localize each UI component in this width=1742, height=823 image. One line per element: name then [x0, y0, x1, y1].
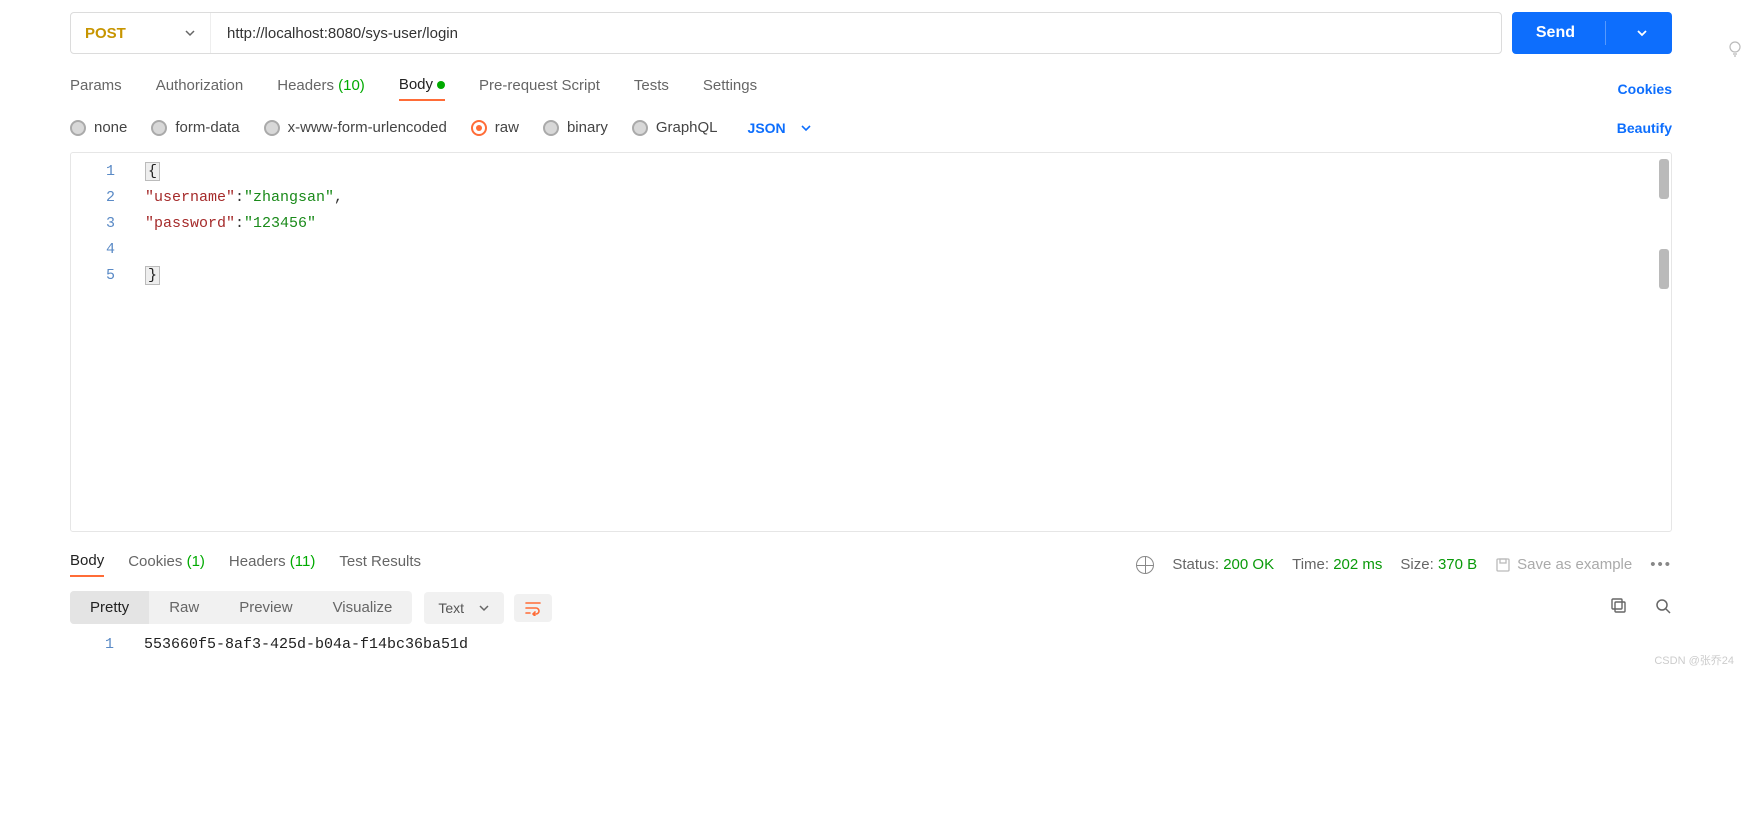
- tab-params[interactable]: Params: [70, 77, 122, 100]
- response-tab-headers[interactable]: Headers (11): [229, 553, 315, 576]
- send-button[interactable]: Send: [1512, 12, 1672, 54]
- body-type-form-data[interactable]: form-data: [151, 119, 239, 136]
- code-area[interactable]: { "username":"zhangsan", "password":"123…: [145, 159, 343, 289]
- copy-response-button[interactable]: [1610, 597, 1628, 618]
- body-type-urlencoded[interactable]: x-www-form-urlencoded: [264, 119, 447, 136]
- body-type-none[interactable]: none: [70, 119, 127, 136]
- body-type-binary[interactable]: binary: [543, 119, 608, 136]
- cookies-link[interactable]: Cookies: [1618, 81, 1672, 97]
- response-view-row: Pretty Raw Preview Visualize Text: [70, 591, 1672, 624]
- wrap-icon: [524, 600, 542, 616]
- response-bar: Body Cookies (1) Headers (11) Test Resul…: [70, 552, 1672, 577]
- scrollbar-top[interactable]: [1659, 159, 1669, 199]
- tab-body[interactable]: Body: [399, 76, 445, 101]
- globe-icon[interactable]: [1136, 556, 1154, 574]
- response-format-select[interactable]: Text: [424, 592, 504, 624]
- copy-icon: [1610, 597, 1628, 615]
- method-label: POST: [85, 25, 126, 42]
- chevron-down-icon[interactable]: [1636, 27, 1648, 39]
- url-input[interactable]: [211, 13, 1501, 53]
- method-select[interactable]: POST: [71, 13, 211, 53]
- body-type-raw[interactable]: raw: [471, 119, 519, 136]
- search-response-button[interactable]: [1654, 597, 1672, 618]
- request-body-editor[interactable]: 12345 { "username":"zhangsan", "password…: [70, 152, 1672, 532]
- response-tab-test-results[interactable]: Test Results: [339, 553, 421, 576]
- view-pretty[interactable]: Pretty: [70, 591, 149, 624]
- tab-headers[interactable]: Headers (10): [277, 77, 365, 100]
- body-type-row: none form-data x-www-form-urlencoded raw…: [70, 119, 1672, 136]
- watermark: CSDN @张乔24: [1654, 652, 1734, 668]
- chevron-down-icon: [478, 602, 490, 614]
- tab-settings[interactable]: Settings: [703, 77, 757, 100]
- save-as-example-button[interactable]: Save as example: [1495, 556, 1632, 573]
- lightbulb-icon[interactable]: [1726, 40, 1742, 61]
- status-metric[interactable]: Status: 200 OK: [1172, 556, 1274, 573]
- view-visualize[interactable]: Visualize: [313, 591, 413, 624]
- save-icon: [1495, 557, 1511, 573]
- size-metric[interactable]: Size: 370 B: [1400, 556, 1477, 573]
- chevron-down-icon: [800, 122, 812, 134]
- tab-prerequest-script[interactable]: Pre-request Script: [479, 77, 600, 100]
- time-metric[interactable]: Time: 202 ms: [1292, 556, 1382, 573]
- wrap-lines-button[interactable]: [514, 594, 552, 622]
- response-body-text[interactable]: 553660f5-8af3-425d-b04a-f14bc36ba51d: [144, 632, 468, 658]
- body-modified-indicator: [437, 81, 445, 89]
- tab-tests[interactable]: Tests: [634, 77, 669, 100]
- beautify-link[interactable]: Beautify: [1617, 120, 1672, 136]
- line-gutter: 1: [70, 632, 130, 658]
- response-body-editor[interactable]: 1 553660f5-8af3-425d-b04a-f14bc36ba51d: [70, 632, 1672, 672]
- send-split-separator: [1605, 21, 1606, 45]
- view-raw[interactable]: Raw: [149, 591, 219, 624]
- view-preview[interactable]: Preview: [219, 591, 312, 624]
- raw-format-select[interactable]: JSON: [748, 120, 812, 136]
- response-tab-cookies[interactable]: Cookies (1): [128, 553, 205, 576]
- chevron-down-icon: [184, 27, 196, 39]
- request-tabs: Params Authorization Headers (10) Body P…: [70, 76, 1672, 101]
- body-type-graphql[interactable]: GraphQL: [632, 119, 718, 136]
- url-bar: POST: [70, 12, 1502, 54]
- more-options-icon[interactable]: •••: [1650, 556, 1672, 573]
- tab-authorization[interactable]: Authorization: [156, 77, 244, 100]
- search-icon: [1654, 597, 1672, 615]
- scrollbar-thumb[interactable]: [1659, 249, 1669, 289]
- send-label: Send: [1536, 24, 1575, 42]
- response-tab-body[interactable]: Body: [70, 552, 104, 577]
- line-gutter: 12345: [71, 159, 131, 289]
- view-segment: Pretty Raw Preview Visualize: [70, 591, 412, 624]
